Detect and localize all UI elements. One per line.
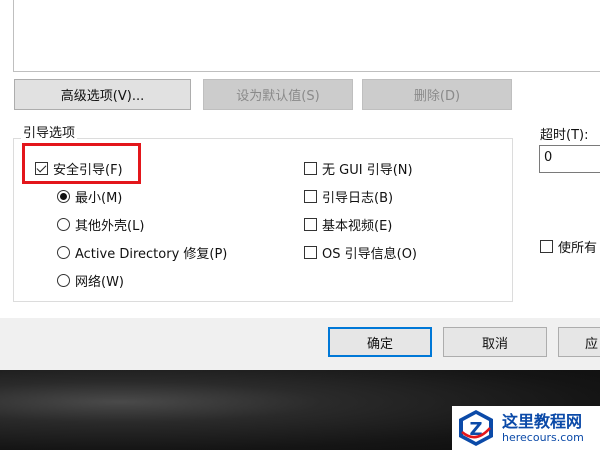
watermark: Z 这里教程网 herecours.com [452, 406, 600, 450]
base-video-label: 基本视频(E) [322, 218, 393, 234]
base-video-checkbox[interactable]: 基本视频(E) [304, 214, 392, 234]
radio-selected-icon [57, 189, 70, 203]
checkbox-unchecked-icon [540, 239, 553, 253]
advanced-options-label: 高级选项(V)... [60, 89, 145, 104]
safe-boot-checkbox[interactable]: 安全引导(F) [35, 158, 123, 178]
cancel-button[interactable]: 取消 [443, 327, 547, 357]
apply-label: 应 [585, 336, 599, 352]
radio-unselected-icon [57, 273, 70, 287]
delete-button[interactable]: 删除(D) [362, 79, 512, 110]
active-directory-label: Active Directory 修复(P) [75, 246, 228, 262]
alternate-shell-label: 其他外壳(L) [75, 218, 145, 234]
delete-label: 删除(D) [413, 89, 461, 104]
apply-button[interactable]: 应 [558, 327, 600, 357]
boot-log-label: 引导日志(B) [322, 190, 394, 206]
watermark-url: herecours.com [502, 430, 584, 444]
no-gui-boot-label: 无 GUI 引导(N) [322, 162, 413, 178]
os-boot-info-checkbox[interactable]: OS 引导信息(O) [304, 242, 417, 262]
network-label: 网络(W) [75, 274, 124, 290]
network-radio[interactable]: 网络(W) [57, 270, 124, 290]
checkbox-checked-icon [35, 161, 48, 175]
checkbox-unchecked-icon [304, 245, 317, 259]
boot-entries-list[interactable] [13, 0, 600, 72]
ok-button[interactable]: 确定 [328, 327, 432, 357]
ok-label: 确定 [366, 336, 393, 352]
set-default-button[interactable]: 设为默认值(S) [203, 79, 353, 110]
advanced-options-button[interactable]: 高级选项(V)... [14, 79, 191, 110]
timeout-label: 超时(T): [540, 128, 589, 143]
make-permanent-label: 使所有 [558, 240, 598, 256]
no-gui-boot-checkbox[interactable]: 无 GUI 引导(N) [304, 158, 413, 178]
set-default-label: 设为默认值(S) [236, 89, 320, 104]
checkbox-unchecked-icon [304, 161, 317, 175]
minimal-label: 最小(M) [75, 190, 123, 206]
alternate-shell-radio[interactable]: 其他外壳(L) [57, 214, 144, 234]
boot-log-checkbox[interactable]: 引导日志(B) [304, 186, 393, 206]
minimal-radio[interactable]: 最小(M) [57, 186, 122, 206]
cancel-label: 取消 [481, 336, 508, 352]
radio-unselected-icon [57, 245, 70, 259]
checkbox-unchecked-icon [304, 189, 317, 203]
boot-options-group-label: 引导选项 [21, 122, 78, 141]
radio-unselected-icon [57, 217, 70, 231]
checkbox-unchecked-icon [304, 217, 317, 231]
active-directory-radio[interactable]: Active Directory 修复(P) [57, 242, 227, 262]
timeout-input[interactable]: 0 [539, 145, 600, 173]
watermark-title: 这里教程网 [502, 411, 583, 431]
make-permanent-checkbox[interactable]: 使所有 [540, 236, 597, 256]
watermark-logo-icon: Z [456, 408, 496, 448]
safe-boot-label: 安全引导(F) [53, 162, 123, 178]
os-boot-info-label: OS 引导信息(O) [322, 246, 417, 262]
